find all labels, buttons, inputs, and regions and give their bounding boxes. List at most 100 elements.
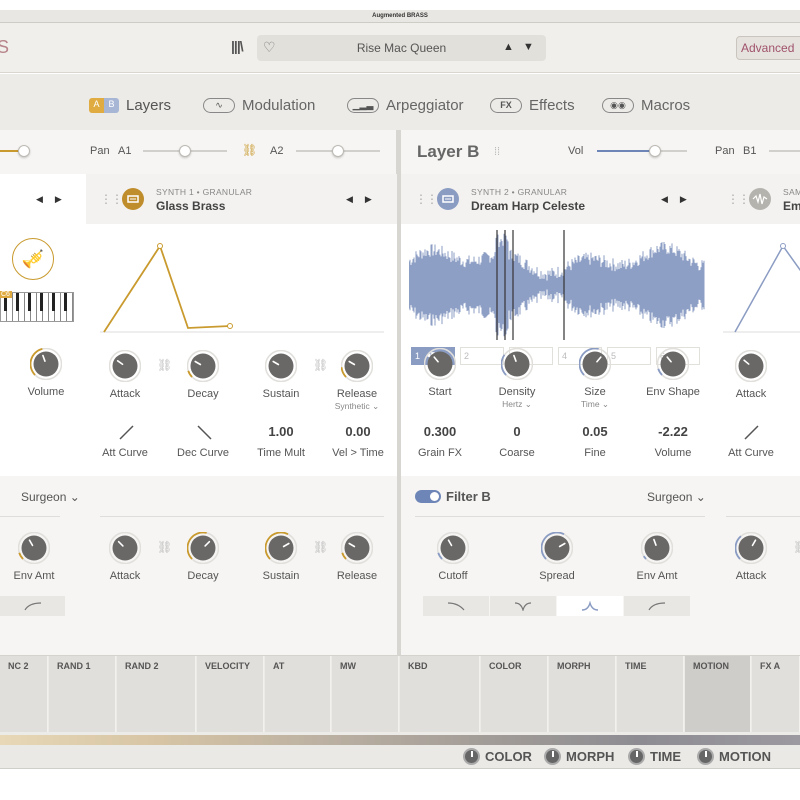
mod-source-cell[interactable]: RAND 2 — [117, 656, 196, 732]
sample-att-curve-icon[interactable] — [743, 424, 759, 440]
keyboard-badge: C6 — [0, 291, 12, 298]
filter-b-mode-dropdown[interactable]: Surgeon ⌄ — [647, 490, 706, 504]
mod-source-cell[interactable]: MW — [332, 656, 399, 732]
pan-a1-slider[interactable] — [143, 145, 227, 157]
preset-selector[interactable]: ♡ Rise Mac Queen ▲ ▼ — [257, 35, 546, 61]
synth2-start-knob[interactable] — [423, 347, 457, 381]
amp-envelope-graph[interactable] — [100, 234, 384, 334]
synth1-nav-arrows[interactable]: ◀▶ — [346, 194, 384, 205]
filter-b-spread-knob[interactable] — [540, 531, 574, 565]
synth1-attack-knob[interactable] — [108, 349, 142, 383]
filter-a-sustain-knob[interactable] — [264, 531, 298, 565]
layer-a-volume-slider[interactable] — [0, 145, 30, 157]
sample-waveform[interactable] — [409, 230, 705, 340]
filter-a-env-amt-knob[interactable] — [17, 531, 51, 565]
sample-slot[interactable]: 2 — [460, 347, 504, 365]
filter-a-attack-knob[interactable] — [108, 531, 142, 565]
filter-b-cutoff-knob[interactable] — [436, 531, 470, 565]
macro-knob-icon[interactable] — [544, 748, 561, 765]
mod-source-cell[interactable]: FX A — [752, 656, 800, 732]
keyboard-range[interactable]: C6 — [0, 291, 75, 322]
drag-handle-icon[interactable]: ⋮⋮ — [415, 192, 438, 206]
sample-slot[interactable]: 5 — [607, 347, 651, 365]
grain-fx-value[interactable]: 0.300 — [400, 424, 480, 439]
synth1-release-sub-label[interactable]: Synthetic ⌄ — [317, 401, 397, 412]
sample-envelope-graph[interactable] — [723, 234, 800, 334]
tab-arpeggiator[interactable]: ▁▂▃ Arpeggiator — [347, 94, 464, 116]
synth2-density-knob[interactable] — [500, 347, 534, 381]
synth2-nav-arrows[interactable]: ◀▶ — [661, 194, 699, 205]
mod-source-cell[interactable]: TIME — [617, 656, 684, 732]
filter-a-shape-buttons[interactable] — [0, 596, 66, 616]
synth2-density-sub-label[interactable]: Hertz ⌄ — [477, 399, 557, 410]
library-icon[interactable]: |||\ — [231, 38, 249, 56]
synth2-size-knob[interactable] — [578, 347, 612, 381]
link-icon[interactable]: ⛓ — [313, 358, 328, 372]
drag-handle-icon[interactable]: ⋮⋮ — [727, 192, 750, 206]
mod-source-cell[interactable]: AT — [265, 656, 331, 732]
advanced-button[interactable]: Advanced — [736, 36, 800, 60]
dec-curve-icon[interactable] — [196, 424, 212, 440]
tab-effects[interactable]: FX Effects — [490, 94, 575, 116]
lowpass-shape-button[interactable] — [423, 596, 490, 616]
mod-source-cell[interactable]: MOTION — [685, 656, 751, 732]
highpass-shape-button[interactable] — [0, 596, 66, 616]
pan-b1-slider[interactable] — [769, 150, 800, 152]
filter-b-side-attack-knob[interactable] — [734, 531, 768, 565]
filter-a-sustain-label: Sustain — [262, 570, 300, 582]
vel-time-value[interactable]: 0.00 — [318, 424, 398, 439]
filter-a-mode-dropdown[interactable]: Surgeon ⌄ — [21, 490, 80, 504]
filter-a-decay-knob[interactable] — [186, 531, 220, 565]
tab-modulation[interactable]: ∿ Modulation — [203, 94, 315, 116]
notch-shape-button[interactable] — [490, 596, 557, 616]
synth1-release-knob[interactable] — [340, 349, 374, 383]
sample-name[interactable]: Em — [783, 199, 800, 213]
layer-b-grip-icon[interactable]: ⁞⁞ — [494, 146, 500, 158]
synth1-decay-knob[interactable] — [186, 349, 220, 383]
highpass-shape-button[interactable] — [624, 596, 691, 616]
mod-source-cell[interactable]: KBD — [400, 656, 480, 732]
macro-knob-icon[interactable] — [463, 748, 480, 765]
tab-layers[interactable]: A B Layers — [89, 94, 171, 116]
link-icon[interactable]: ⛓ — [157, 540, 172, 554]
macro-morph[interactable]: MORPH — [544, 748, 614, 765]
macro-knob-icon[interactable] — [628, 748, 645, 765]
macro-knob-icon[interactable] — [697, 748, 714, 765]
drag-handle-icon[interactable]: ⋮⋮ — [100, 192, 123, 206]
coarse-value[interactable]: 0 — [477, 424, 557, 439]
fine-value[interactable]: 0.05 — [555, 424, 635, 439]
filter-b-toggle[interactable] — [415, 490, 441, 503]
synth1-volume-knob[interactable] — [29, 347, 63, 381]
macro-motion[interactable]: MOTION — [697, 748, 771, 765]
filter-a-release-knob[interactable] — [340, 531, 374, 565]
preset-next-icon[interactable]: ▼ — [523, 41, 534, 53]
link-icon[interactable]: ⛓ — [313, 540, 328, 554]
macro-time[interactable]: TIME — [628, 748, 681, 765]
layer-b-volume-slider[interactable] — [597, 145, 687, 157]
pan-a2-slider[interactable] — [296, 145, 380, 157]
mod-source-cell[interactable]: COLOR — [481, 656, 548, 732]
synth1-name[interactable]: Glass Brass — [156, 199, 225, 213]
tab-macros[interactable]: ◉◉ Macros — [602, 94, 690, 116]
filter-b-shape-buttons[interactable] — [423, 596, 691, 616]
bandpass-shape-button[interactable] — [557, 596, 624, 616]
mod-source-cell[interactable]: MORPH — [549, 656, 616, 732]
time-mult-value[interactable]: 1.00 — [241, 424, 321, 439]
sample-attack-knob[interactable] — [734, 349, 768, 383]
synth1-sustain-knob[interactable] — [264, 349, 298, 383]
mod-source-cell[interactable]: VELOCITY — [197, 656, 264, 732]
synth2-name[interactable]: Dream Harp Celeste — [471, 199, 585, 213]
filter-b-env-amt-knob[interactable] — [640, 531, 674, 565]
att-curve-icon[interactable] — [118, 424, 134, 440]
synth2-size-sub-label[interactable]: Time ⌄ — [555, 399, 635, 410]
volume-value[interactable]: -2.22 — [633, 424, 713, 439]
preset-prev-icon[interactable]: ▲ — [503, 41, 514, 53]
link-icon[interactable]: ⛓ — [157, 358, 172, 372]
prev-engine-arrows[interactable]: ◀▶ — [36, 194, 74, 205]
mod-source-cell[interactable]: RAND 1 — [49, 656, 116, 732]
macro-color[interactable]: COLOR — [463, 748, 532, 765]
link-icon[interactable]: ⛓ — [793, 540, 800, 554]
link-icon[interactable]: ⛓ — [242, 143, 257, 157]
mod-source-cell[interactable]: NC 2 — [0, 656, 48, 732]
synth2-env-shape-knob[interactable] — [656, 347, 690, 381]
